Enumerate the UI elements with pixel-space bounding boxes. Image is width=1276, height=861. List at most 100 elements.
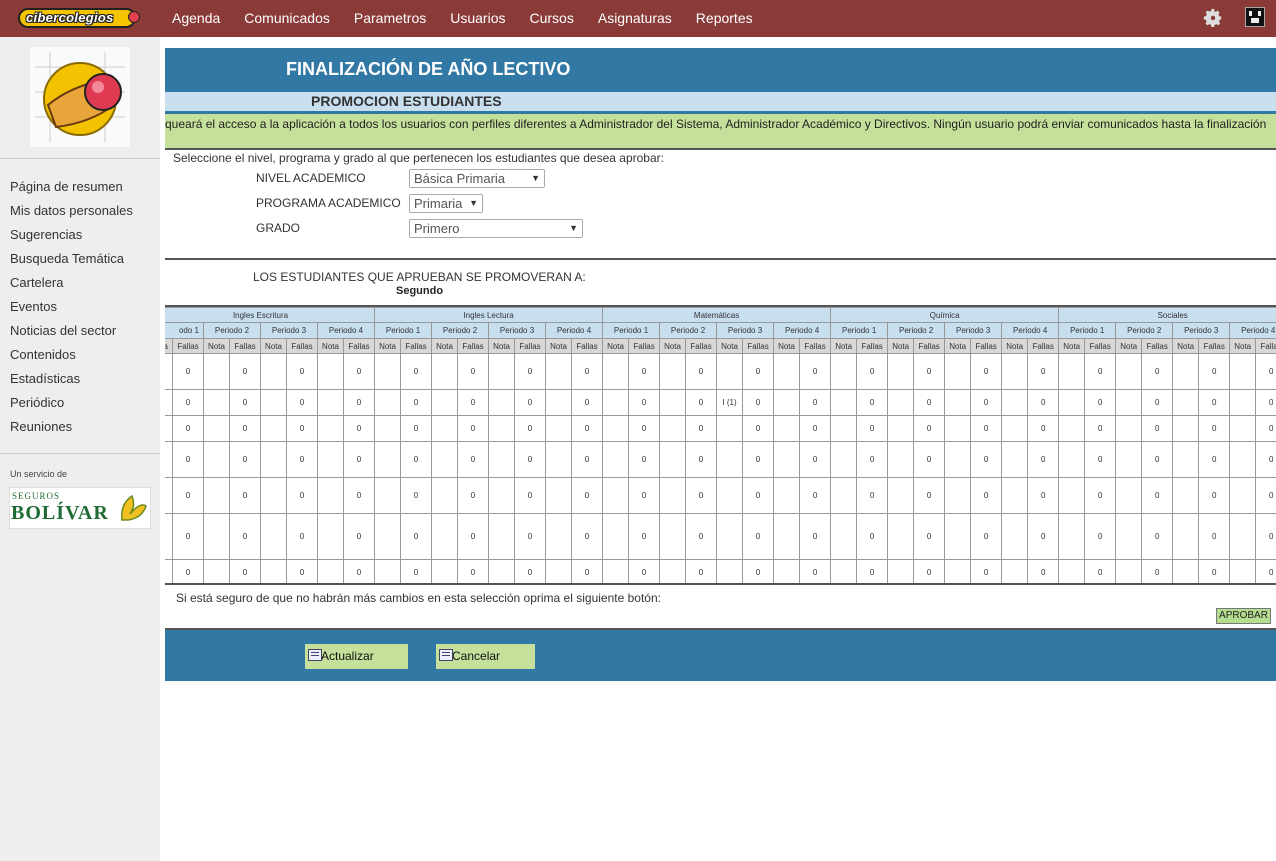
nota-cell[interactable] <box>830 389 858 416</box>
sidebar-item-cartelera[interactable]: Cartelera <box>10 271 133 295</box>
nota-cell[interactable] <box>602 513 630 560</box>
nota-cell[interactable] <box>944 441 972 478</box>
nota-cell[interactable] <box>944 559 972 583</box>
nota-cell[interactable] <box>488 353 516 390</box>
nota-cell[interactable] <box>317 353 344 390</box>
nota-cell[interactable] <box>165 353 173 390</box>
nota-cell[interactable] <box>887 415 915 442</box>
sidebar-item-resumen[interactable]: Página de resumen <box>10 175 133 199</box>
sidebar-item-datos[interactable]: Mis datos personales <box>10 199 133 223</box>
nota-cell[interactable] <box>165 559 173 583</box>
grado-select[interactable]: Primero ▼ <box>409 219 583 238</box>
nota-cell[interactable] <box>203 513 230 560</box>
nota-cell[interactable] <box>887 513 915 560</box>
nota-cell[interactable] <box>830 513 858 560</box>
nota-cell[interactable] <box>1001 477 1029 514</box>
nota-cell[interactable] <box>317 389 344 416</box>
sidebar-item-reuniones[interactable]: Reuniones <box>10 415 133 439</box>
nota-cell[interactable] <box>1229 441 1257 478</box>
nota-cell[interactable] <box>659 559 687 583</box>
sidebar-item-contenidos[interactable]: Contenidos <box>10 343 133 367</box>
nota-cell[interactable] <box>260 559 287 583</box>
nota-cell[interactable] <box>830 415 858 442</box>
nav-asignaturas[interactable]: Asignaturas <box>586 0 684 37</box>
nota-cell[interactable] <box>374 389 402 416</box>
nota-cell[interactable] <box>488 513 516 560</box>
nota-cell[interactable] <box>260 477 287 514</box>
nota-cell[interactable] <box>203 441 230 478</box>
sidebar-item-periodico[interactable]: Periódico <box>10 391 133 415</box>
nota-cell[interactable] <box>1172 559 1200 583</box>
nota-cell[interactable] <box>431 477 459 514</box>
nota-cell[interactable] <box>1115 441 1143 478</box>
nota-cell[interactable] <box>260 441 287 478</box>
nota-cell[interactable] <box>1172 477 1200 514</box>
nota-cell[interactable] <box>716 353 744 390</box>
nota-cell[interactable] <box>165 415 173 442</box>
nota-cell[interactable] <box>431 559 459 583</box>
nota-cell[interactable] <box>488 441 516 478</box>
nota-cell[interactable] <box>602 441 630 478</box>
nota-cell[interactable] <box>716 477 744 514</box>
nota-cell[interactable] <box>545 477 573 514</box>
nota-cell[interactable] <box>887 441 915 478</box>
nota-cell[interactable] <box>830 353 858 390</box>
nota-cell[interactable] <box>165 513 173 560</box>
nota-cell[interactable]: I (1) <box>716 389 744 416</box>
nota-cell[interactable] <box>1115 559 1143 583</box>
nota-cell[interactable] <box>431 353 459 390</box>
nota-cell[interactable] <box>602 559 630 583</box>
nota-cell[interactable] <box>1172 415 1200 442</box>
nota-cell[interactable] <box>887 559 915 583</box>
nota-cell[interactable] <box>203 559 230 583</box>
nota-cell[interactable] <box>260 353 287 390</box>
nota-cell[interactable] <box>1058 513 1086 560</box>
nota-cell[interactable] <box>374 441 402 478</box>
nota-cell[interactable] <box>1115 415 1143 442</box>
nota-cell[interactable] <box>944 353 972 390</box>
sidebar-item-noticias[interactable]: Noticias del sector <box>10 319 133 343</box>
nota-cell[interactable] <box>1229 559 1257 583</box>
nota-cell[interactable] <box>659 441 687 478</box>
nota-cell[interactable] <box>1229 415 1257 442</box>
nota-cell[interactable] <box>1115 353 1143 390</box>
nota-cell[interactable] <box>488 389 516 416</box>
nota-cell[interactable] <box>545 513 573 560</box>
nota-cell[interactable] <box>374 415 402 442</box>
nota-cell[interactable] <box>431 389 459 416</box>
cancel-button[interactable]: Cancelar <box>436 644 535 669</box>
nota-cell[interactable] <box>1058 441 1086 478</box>
nota-cell[interactable] <box>1229 389 1257 416</box>
nota-cell[interactable] <box>374 513 402 560</box>
nota-cell[interactable] <box>1001 353 1029 390</box>
nota-cell[interactable] <box>488 415 516 442</box>
nota-cell[interactable] <box>830 477 858 514</box>
nota-cell[interactable] <box>1229 353 1257 390</box>
nota-cell[interactable] <box>1172 513 1200 560</box>
nota-cell[interactable] <box>887 477 915 514</box>
nota-cell[interactable] <box>773 559 801 583</box>
nota-cell[interactable] <box>545 441 573 478</box>
nota-cell[interactable] <box>659 513 687 560</box>
sidebar-item-sugerencias[interactable]: Sugerencias <box>10 223 133 247</box>
nota-cell[interactable] <box>260 389 287 416</box>
nota-cell[interactable] <box>545 559 573 583</box>
nota-cell[interactable] <box>203 415 230 442</box>
nota-cell[interactable] <box>374 353 402 390</box>
nota-cell[interactable] <box>1229 513 1257 560</box>
nota-cell[interactable] <box>716 441 744 478</box>
nota-cell[interactable] <box>1001 441 1029 478</box>
nota-cell[interactable] <box>602 353 630 390</box>
nota-cell[interactable] <box>602 389 630 416</box>
nota-cell[interactable] <box>165 389 173 416</box>
nota-cell[interactable] <box>773 477 801 514</box>
nav-parametros[interactable]: Parametros <box>342 0 438 37</box>
nota-cell[interactable] <box>488 559 516 583</box>
nota-cell[interactable] <box>545 353 573 390</box>
nav-usuarios[interactable]: Usuarios <box>438 0 517 37</box>
nota-cell[interactable] <box>1058 477 1086 514</box>
nota-cell[interactable] <box>317 513 344 560</box>
nota-cell[interactable] <box>203 353 230 390</box>
nota-cell[interactable] <box>1172 441 1200 478</box>
nota-cell[interactable] <box>1058 389 1086 416</box>
